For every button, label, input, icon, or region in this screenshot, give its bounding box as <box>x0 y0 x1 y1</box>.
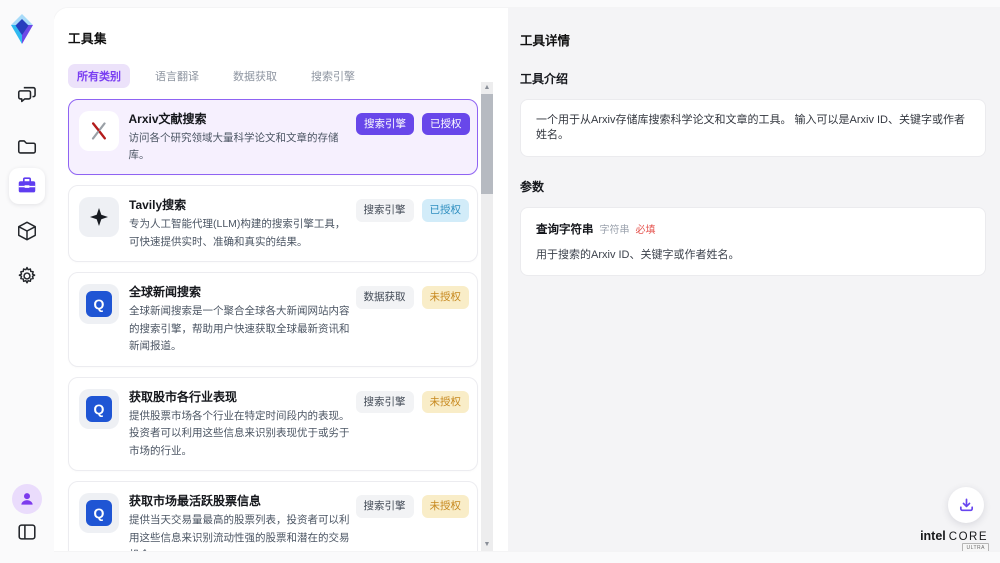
tool-detail-panel: 工具详情 工具介绍 一个用于从Arxiv存储库搜索科学论文和文章的工具。 输入可… <box>508 8 1000 551</box>
gear-icon[interactable] <box>9 258 45 294</box>
param-name: 查询字符串 <box>536 221 594 237</box>
brand-intel: intel <box>920 529 946 543</box>
tool-description: 全球新闻搜索是一个聚合全球各大新闻网站内容的搜索引擎，帮助用户快速获取全球最新资… <box>129 303 352 356</box>
panel-toggle-icon[interactable] <box>9 514 45 550</box>
status-badge: 已授权 <box>422 113 470 136</box>
scroll-down-arrow[interactable]: ▼ <box>481 540 493 550</box>
status-badge: 未授权 <box>422 286 470 309</box>
tool-name: 全球新闻搜索 <box>129 284 352 300</box>
status-badge: 未授权 <box>422 495 470 518</box>
tool-name: 获取股市各行业表现 <box>129 389 352 405</box>
params-heading: 参数 <box>520 178 986 195</box>
category-tabs: 所有类别 语言翻译 数据获取 搜索引擎 <box>68 64 508 88</box>
category-badge: 搜索引擎 <box>356 113 414 136</box>
news-search-icon: Q <box>79 284 119 324</box>
download-button[interactable] <box>948 487 984 523</box>
tool-name: Arxiv文献搜索 <box>129 111 353 127</box>
tool-name: 获取市场最活跃股票信息 <box>129 493 352 509</box>
stock-search-icon: Q <box>79 493 119 533</box>
param-required-badge: 必填 <box>636 221 656 236</box>
intro-heading: 工具介绍 <box>520 70 986 87</box>
tool-card-list: Arxiv文献搜索 访问各个研究领域大量科学论文和文章的存储库。 搜索引擎 已授… <box>68 99 478 551</box>
page-title: 工具集 <box>68 28 508 47</box>
intro-text: 一个用于从Arxiv存储库搜索科学论文和文章的工具。 输入可以是Arxiv ID… <box>536 113 970 143</box>
param-description: 用于搜索的Arxiv ID、关键字或作者姓名。 <box>536 246 970 262</box>
toolbox-icon[interactable] <box>9 168 45 204</box>
chat-icon[interactable] <box>9 77 45 113</box>
tool-name: Tavily搜索 <box>129 197 352 213</box>
intro-box: 一个用于从Arxiv存储库搜索科学论文和文章的工具。 输入可以是Arxiv ID… <box>520 99 986 157</box>
package-icon[interactable] <box>9 213 45 249</box>
tool-description: 访问各个研究领域大量科学论文和文章的存储库。 <box>129 130 353 165</box>
category-badge: 搜索引擎 <box>356 495 414 518</box>
list-scrollbar[interactable]: ▲ ▼ <box>481 82 493 551</box>
category-badge: 搜索引擎 <box>356 391 414 414</box>
main-surface: 工具集 所有类别 语言翻译 数据获取 搜索引擎 Arxiv文献搜索 访问 <box>54 8 1000 551</box>
param-type: 字符串 <box>600 221 630 236</box>
tool-description: 提供当天交易量最高的股票列表，投资者可以利用这些信息来识别流动性强的股票和潜在的… <box>129 512 352 551</box>
brand-ultra-badge: ULTRA <box>962 543 989 551</box>
tab-search-engine[interactable]: 搜索引擎 <box>302 64 364 88</box>
brand-core: COREULTRA <box>949 531 988 543</box>
category-badge: 数据获取 <box>356 286 414 309</box>
tool-card-active-stocks[interactable]: Q 获取市场最活跃股票信息 提供当天交易量最高的股票列表，投资者可以利用这些信息… <box>68 481 478 551</box>
folder-icon[interactable] <box>9 129 45 165</box>
avatar[interactable] <box>9 481 45 517</box>
scroll-up-arrow[interactable]: ▲ <box>481 83 493 93</box>
tool-card-arxiv[interactable]: Arxiv文献搜索 访问各个研究领域大量科学论文和文章的存储库。 搜索引擎 已授… <box>68 99 478 175</box>
tab-language-translation[interactable]: 语言翻译 <box>146 64 208 88</box>
category-badge: 搜索引擎 <box>356 199 414 222</box>
param-box: 查询字符串 字符串 必填 用于搜索的Arxiv ID、关键字或作者姓名。 <box>520 207 986 276</box>
tool-card-sector-performance[interactable]: Q 获取股市各行业表现 提供股票市场各个行业在特定时间段内的表现。投资者可以利用… <box>68 377 478 472</box>
tavily-star-icon <box>79 197 119 237</box>
detail-title: 工具详情 <box>520 30 986 49</box>
tab-all-categories[interactable]: 所有类别 <box>68 64 130 88</box>
status-badge: 未授权 <box>422 391 470 414</box>
tool-list-panel: 工具集 所有类别 语言翻译 数据获取 搜索引擎 Arxiv文献搜索 访问 <box>54 8 508 551</box>
app-logo <box>7 12 37 46</box>
tool-description: 提供股票市场各个行业在特定时间段内的表现。投资者可以利用这些信息来识别表现优于或… <box>129 408 352 461</box>
scrollbar-thumb[interactable] <box>481 94 493 194</box>
stock-search-icon: Q <box>79 389 119 429</box>
status-badge: 已授权 <box>422 199 470 222</box>
tool-description: 专为人工智能代理(LLM)构建的搜索引擎工具，可快速提供实时、准确和真实的结果。 <box>129 216 352 251</box>
intel-core-logo: intel COREULTRA <box>920 529 988 543</box>
tool-card-global-news[interactable]: Q 全球新闻搜索 全球新闻搜索是一个聚合全球各大新闻网站内容的搜索引擎，帮助用户… <box>68 272 478 367</box>
tool-card-tavily[interactable]: Tavily搜索 专为人工智能代理(LLM)构建的搜索引擎工具，可快速提供实时、… <box>68 185 478 262</box>
arxiv-logo-icon <box>79 111 119 151</box>
left-rail <box>0 0 54 563</box>
tab-data-acquisition[interactable]: 数据获取 <box>224 64 286 88</box>
